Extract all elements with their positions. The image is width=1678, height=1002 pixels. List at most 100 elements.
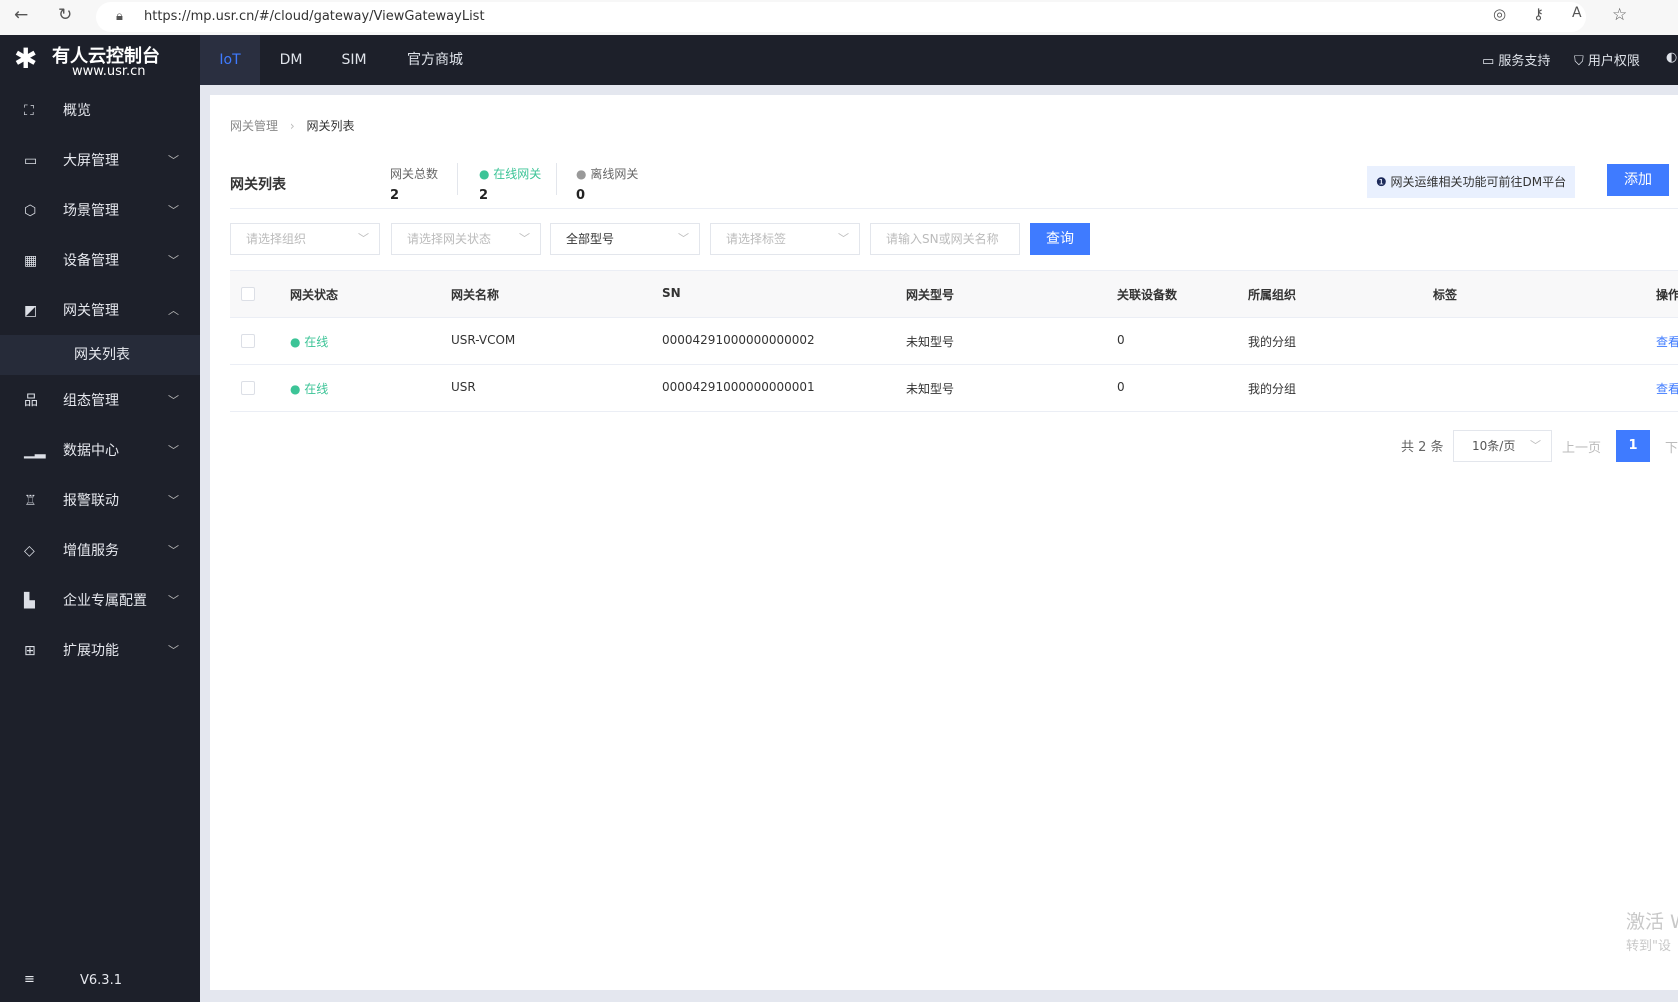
breadcrumb: 网关管理 › 网关列表 [230, 117, 355, 134]
tag-select[interactable]: 请选择标签 ﹀ [710, 223, 860, 255]
sidebar-item-scene[interactable]: ⬡ 场景管理 ﹀ [0, 189, 200, 233]
chevron-up-icon: ︿ [168, 304, 179, 317]
version-label: V6.3.1 [80, 973, 122, 988]
sidebar-label: 扩展功能 [63, 643, 119, 659]
sidebar-item-enterprise[interactable]: ▙ 企业专属配置 ﹀ [0, 579, 200, 623]
sidebar-item-data-center[interactable]: ▁▂ 数据中心 ﹀ [0, 429, 200, 473]
sidebar-item-screen[interactable]: ▭ 大屏管理 ﹀ [0, 139, 200, 183]
sidebar-item-config[interactable]: 品 组态管理 ﹀ [0, 379, 200, 423]
location-icon[interactable]: ◎ [1493, 5, 1506, 23]
chevron-down-icon: ﹀ [168, 394, 179, 407]
row-checkbox[interactable] [241, 334, 255, 348]
user-permission-link[interactable]: ⛉ 用户权限 [1574, 50, 1640, 69]
add-button[interactable]: 添加 [1607, 164, 1669, 196]
sidebar-label: 企业专属配置 [63, 593, 147, 609]
favorite-star-icon[interactable]: ☆ [1612, 5, 1627, 25]
main-card: 网关管理 › 网关列表 网关列表 网关总数 2 ● 在线网关 2 ● 离线网关 0 ❶… [210, 95, 1678, 990]
stat-value: 2 [479, 188, 489, 203]
tag-placeholder: 请选择标签 [726, 232, 787, 246]
chevron-down-icon: ﹀ [678, 232, 689, 245]
page-1-button[interactable]: 1 [1616, 430, 1650, 462]
column-header: 标签 [1433, 288, 1458, 302]
model-select[interactable]: 全部型号 ﹀ [550, 223, 700, 255]
config-icon: 品 [24, 393, 38, 409]
table-row: ● 在线 USR-VCOM 00004291000000000002 未知型号 … [230, 318, 1678, 365]
screen-icon: ▭ [24, 153, 38, 169]
stat-value: 0 [576, 188, 586, 203]
select-all-checkbox[interactable] [241, 287, 255, 301]
organization: 我的分组 [1248, 382, 1297, 396]
column-header: 所属组织 [1248, 288, 1297, 302]
column-header: SN [662, 286, 681, 300]
model-value: 全部型号 [566, 232, 615, 246]
next-page-button[interactable]: 下 [1665, 437, 1678, 456]
sidebar-label: 增值服务 [63, 543, 119, 559]
scene-icon: ⬡ [24, 203, 37, 219]
back-icon[interactable]: ← [14, 5, 28, 25]
column-header: 网关状态 [290, 288, 339, 302]
page-size-select[interactable]: 10条/页 ﹀ [1453, 430, 1552, 462]
table-row: ● 在线 USR 00004291000000000001 未知型号 0 我的分… [230, 365, 1678, 412]
stat-total: 网关总数 2 [390, 165, 438, 203]
status-text: 在线 [304, 335, 329, 349]
tab-iot[interactable]: IoT [200, 35, 260, 85]
chevron-down-icon: ﹀ [168, 154, 179, 167]
chevron-right-icon: › [289, 119, 295, 133]
view-link[interactable]: 查看 [1656, 333, 1678, 350]
info-icon: ❶ [1375, 175, 1387, 189]
diamond-icon: ◇ [24, 543, 35, 559]
alarm-icon: ♖ [24, 493, 37, 509]
prev-page-button[interactable]: 上一页 [1562, 437, 1601, 456]
divider [230, 208, 1678, 209]
column-header: 关联设备数 [1117, 288, 1178, 302]
activation-watermark-sub: 转到"设 [1626, 939, 1671, 954]
address-bar[interactable]: 🔒︎ https://mp.usr.cn/#/cloud/gateway/Vie… [96, 2, 1586, 32]
page-size-value: 10条/页 [1472, 439, 1516, 453]
sidebar-label: 报警联动 [63, 493, 119, 509]
total-count: 共 2 条 [1401, 440, 1444, 455]
tab-shop[interactable]: 官方商城 [400, 35, 470, 85]
chevron-down-icon: ﹀ [358, 232, 369, 245]
read-aloud-icon[interactable]: A [1572, 5, 1582, 21]
url-text: https://mp.usr.cn/#/cloud/gateway/ViewGa… [144, 9, 485, 24]
sidebar-item-value-added[interactable]: ◇ 增值服务 ﹀ [0, 529, 200, 573]
sidebar-label: 设备管理 [63, 253, 119, 269]
status-badge: ● 在线 [290, 335, 329, 349]
service-support-link[interactable]: ▭ 服务支持 [1482, 50, 1550, 69]
sidebar-item-alarm[interactable]: ♖ 报警联动 ﹀ [0, 479, 200, 523]
permission-label: 用户权限 [1587, 54, 1640, 69]
stat-label: 网关总数 [390, 167, 439, 181]
status-select[interactable]: 请选择网关状态 ﹀ [391, 223, 541, 255]
logo-person-icon: ✱ [14, 42, 38, 75]
chevron-down-icon: ﹀ [168, 494, 179, 507]
chart-icon: ▁▂ [24, 443, 46, 459]
row-checkbox[interactable] [241, 381, 255, 395]
breadcrumb-gateway-management[interactable]: 网关管理 [230, 119, 278, 133]
sidebar-subitem-gateway-list[interactable]: 网关列表 [0, 335, 200, 375]
query-button[interactable]: 查询 [1030, 223, 1090, 255]
table-header: 网关状态 网关名称 SN 网关型号 关联设备数 所属组织 标签 操作 [230, 270, 1678, 318]
sidebar-item-device[interactable]: ▦ 设备管理 ﹀ [0, 239, 200, 283]
search-input[interactable]: 请输入SN或网关名称 [870, 223, 1020, 255]
collapse-menu-icon[interactable]: ≡ [24, 972, 35, 987]
gateway-name: USR [451, 380, 476, 394]
reload-icon[interactable]: ↻ [58, 5, 72, 25]
sidebar-label: 大屏管理 [63, 153, 119, 169]
column-header: 网关名称 [451, 288, 500, 302]
sidebar-label: 网关列表 [74, 347, 130, 363]
divider [556, 163, 557, 195]
dm-notice: ❶ 网关运维相关功能可前往DM平台 [1367, 166, 1575, 198]
tab-dm[interactable]: DM [270, 35, 312, 85]
sidebar-item-gateway[interactable]: ◩ 网关管理 ︿ [0, 289, 200, 333]
sidebar-label: 组态管理 [63, 393, 119, 409]
divider [457, 163, 458, 195]
sidebar-item-overview[interactable]: ⛶ 概览 [0, 89, 200, 133]
globe-icon[interactable]: ◐ [1666, 50, 1677, 65]
sidebar-item-extensions[interactable]: ⊞ 扩展功能 ﹀ [0, 629, 200, 673]
status-text: 在线 [304, 382, 329, 396]
tab-sim[interactable]: SIM [333, 35, 375, 85]
key-icon[interactable]: ⚷ [1533, 5, 1544, 23]
device-icon: ▦ [24, 253, 38, 269]
org-select[interactable]: 请选择组织 ﹀ [230, 223, 380, 255]
view-link[interactable]: 查看 [1656, 380, 1678, 397]
